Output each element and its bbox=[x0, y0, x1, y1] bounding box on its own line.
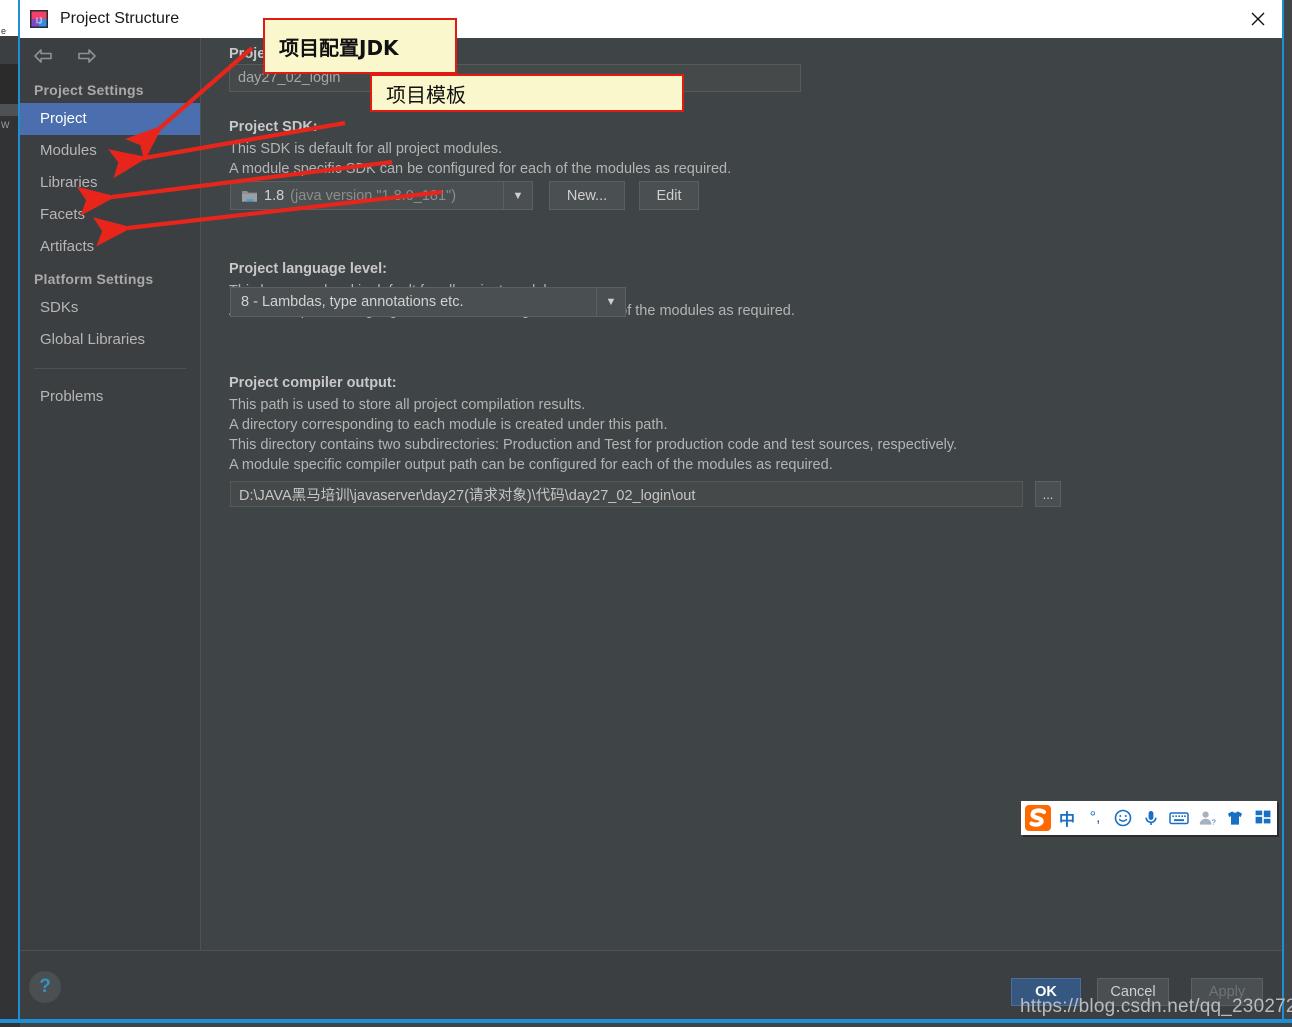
background-fragment-2: W bbox=[1, 120, 10, 130]
sogou-ime-toolbar: 中 °, ? bbox=[1021, 801, 1277, 835]
project-sdk-version-detail: (java version "1.8.0_181") bbox=[290, 187, 457, 204]
project-sdk-value-wrap: 1.8 (java version "1.8.0_181") bbox=[231, 188, 503, 204]
annotation-note-template: 项目模板 bbox=[370, 74, 684, 112]
help-question-icon[interactable]: ? bbox=[29, 971, 61, 1003]
background-window-editor bbox=[0, 116, 20, 1027]
language-level-dropdown[interactable]: 8 - Lambdas, type annotations etc. ▼ bbox=[230, 287, 626, 317]
project-sdk-value: 1.8 bbox=[264, 187, 285, 204]
settings-sidebar: Project Settings Project Modules Librari… bbox=[20, 38, 201, 950]
window-bottom-accent bbox=[0, 1019, 1292, 1023]
sidebar-group-platform-settings: Platform Settings bbox=[34, 271, 154, 287]
dialog-title: Project Structure bbox=[60, 10, 180, 27]
close-icon[interactable] bbox=[1234, 0, 1282, 38]
intellij-idea-icon: IJ bbox=[30, 10, 48, 28]
compiler-output-value: D:\JAVA黑马培训\javaserver\day27(请求对象)\代码\da… bbox=[239, 487, 696, 504]
background-fragment-1: e bbox=[1, 26, 7, 36]
user-icon[interactable]: ? bbox=[1193, 801, 1221, 835]
sidebar-item-project[interactable]: Project bbox=[20, 103, 200, 135]
chevron-down-icon[interactable]: ▼ bbox=[503, 182, 532, 209]
watermark-url: https://blog.csdn.net/qq_23027247 bbox=[1020, 996, 1292, 1017]
language-level-label: Project language level: bbox=[229, 261, 387, 277]
sidebar-item-modules[interactable]: Modules bbox=[20, 135, 200, 167]
compiler-output-input[interactable]: D:\JAVA黑马培训\javaserver\day27(请求对象)\代码\da… bbox=[230, 481, 1023, 507]
edit-sdk-button[interactable]: Edit bbox=[639, 181, 699, 210]
sidebar-divider bbox=[34, 368, 186, 369]
project-sdk-label: Project SDK: bbox=[229, 119, 318, 135]
background-window-sliver: e W bbox=[0, 0, 20, 1027]
compiler-output-desc-2: A directory corresponding to each module… bbox=[229, 417, 668, 433]
sidebar-navigation-bar bbox=[20, 38, 200, 74]
skin-shirt-icon[interactable] bbox=[1221, 801, 1249, 835]
project-sdk-desc-2: A module specific SDK can be configured … bbox=[229, 161, 732, 177]
arrow-left-icon[interactable] bbox=[32, 47, 56, 65]
background-window-tabs bbox=[0, 64, 20, 104]
compiler-output-desc-4: A module specific compiler output path c… bbox=[229, 457, 833, 473]
dialog-titlebar: IJ Project Structure bbox=[20, 0, 1282, 38]
sidebar-item-libraries[interactable]: Libraries bbox=[20, 167, 200, 199]
compiler-output-desc-3: This directory contains two subdirectori… bbox=[229, 437, 958, 453]
new-sdk-button[interactable]: New... bbox=[549, 181, 625, 210]
annotation-note-jdk: 项目配置JDK bbox=[263, 18, 457, 74]
project-structure-dialog: IJ Project Structure Project Settings Pr… bbox=[18, 0, 1284, 1022]
java-sdk-icon bbox=[241, 189, 258, 203]
sidebar-item-facets[interactable]: Facets bbox=[20, 199, 200, 231]
chevron-down-icon[interactable]: ▼ bbox=[596, 288, 625, 316]
chinese-mode-icon[interactable]: 中 bbox=[1053, 801, 1081, 835]
compiler-output-label: Project compiler output: bbox=[229, 375, 397, 391]
emoji-icon[interactable] bbox=[1109, 801, 1137, 835]
screen-root: e W IJ Project Structure Project Setting… bbox=[0, 0, 1292, 1027]
project-sdk-desc-1: This SDK is default for all project modu… bbox=[229, 141, 503, 157]
sogou-logo-icon[interactable] bbox=[1023, 803, 1053, 833]
project-sdk-dropdown[interactable]: 1.8 (java version "1.8.0_181") ▼ bbox=[230, 181, 533, 210]
background-window-highlight bbox=[0, 104, 20, 116]
app-grid-icon[interactable] bbox=[1249, 801, 1277, 835]
sidebar-item-global-libraries[interactable]: Global Libraries bbox=[20, 324, 200, 356]
sidebar-item-artifacts[interactable]: Artifacts bbox=[20, 231, 200, 263]
language-level-value: 8 - Lambdas, type annotations etc. bbox=[241, 294, 464, 310]
compiler-output-browse-button[interactable]: ... bbox=[1035, 481, 1061, 507]
sidebar-item-problems[interactable]: Problems bbox=[20, 381, 200, 413]
svg-text:?: ? bbox=[1212, 818, 1216, 827]
sidebar-item-sdks[interactable]: SDKs bbox=[20, 292, 200, 324]
soft-keyboard-icon[interactable] bbox=[1165, 801, 1193, 835]
svg-text:IJ: IJ bbox=[36, 17, 42, 26]
punctuation-mode-icon[interactable]: °, bbox=[1081, 801, 1109, 835]
compiler-output-desc-1: This path is used to store all project c… bbox=[229, 397, 586, 413]
arrow-right-icon[interactable] bbox=[74, 47, 98, 65]
sidebar-group-project-settings: Project Settings bbox=[34, 82, 144, 98]
background-window-toolbar bbox=[0, 36, 20, 64]
microphone-icon[interactable] bbox=[1137, 801, 1165, 835]
